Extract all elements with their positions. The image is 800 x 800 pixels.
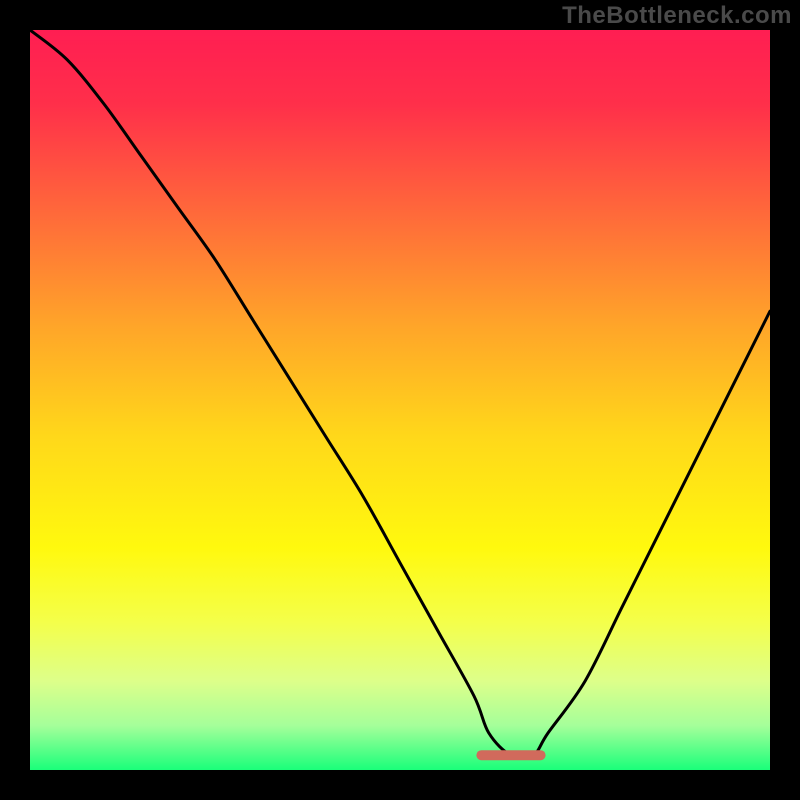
gradient-background (30, 30, 770, 770)
chart-frame: TheBottleneck.com (0, 0, 800, 800)
watermark-text: TheBottleneck.com (562, 2, 792, 30)
plot-svg (30, 30, 770, 770)
plot-area (30, 30, 770, 770)
